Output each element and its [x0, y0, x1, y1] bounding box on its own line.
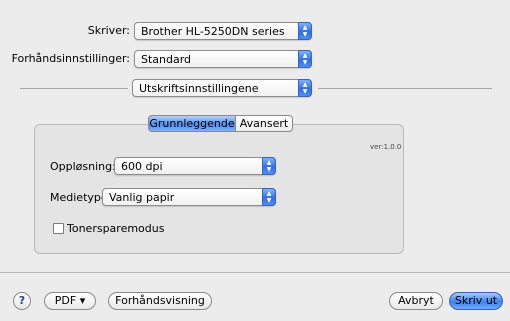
- version-label: ver:1.0.0: [370, 143, 402, 151]
- presets-label: Forhåndsinnstillinger:: [11, 52, 130, 65]
- preview-button[interactable]: Forhåndsvisning: [108, 292, 212, 310]
- toner-save-label: Tonersparemodus: [67, 222, 165, 235]
- presets-popup[interactable]: Standard ▲ ▼: [134, 50, 312, 68]
- tab-grunnleggende[interactable]: Grunnleggende: [148, 115, 236, 132]
- toner-save-checkbox[interactable]: [53, 223, 64, 234]
- section-popup[interactable]: Utskriftsinnstillingene ▲ ▼: [132, 79, 312, 97]
- presets-value: Standard: [141, 53, 192, 66]
- printer-popup[interactable]: Brother HL-5250DN series ▲ ▼: [134, 22, 312, 40]
- printer-value: Brother HL-5250DN series: [141, 25, 285, 38]
- cancel-button[interactable]: Avbryt: [389, 292, 443, 310]
- footer-separator: [0, 272, 510, 273]
- updown-arrows-icon: ▲ ▼: [298, 79, 312, 97]
- question-mark-icon: ?: [18, 294, 26, 307]
- tab-avansert[interactable]: Avansert: [235, 115, 293, 132]
- separator-left: [20, 88, 128, 89]
- help-button[interactable]: ?: [13, 292, 31, 310]
- updown-arrows-icon: ▲ ▼: [298, 22, 312, 40]
- print-button[interactable]: Skriv ut: [449, 292, 503, 310]
- section-value: Utskriftsinnstillingene: [139, 82, 259, 95]
- updown-arrows-icon: ▲ ▼: [262, 188, 276, 206]
- printer-label: Skriver:: [87, 24, 130, 37]
- media-type-value: Vanlig papir: [109, 191, 175, 204]
- updown-arrows-icon: ▲ ▼: [262, 157, 276, 175]
- resolution-value: 600 dpi: [121, 160, 163, 173]
- media-type-popup[interactable]: Vanlig papir ▲ ▼: [102, 188, 276, 206]
- separator-right: [318, 88, 492, 89]
- updown-arrows-icon: ▲ ▼: [298, 50, 312, 68]
- resolution-popup[interactable]: 600 dpi ▲ ▼: [114, 157, 276, 175]
- resolution-label: Oppløsning:: [50, 160, 116, 173]
- pdf-button[interactable]: PDF ▾: [44, 292, 96, 310]
